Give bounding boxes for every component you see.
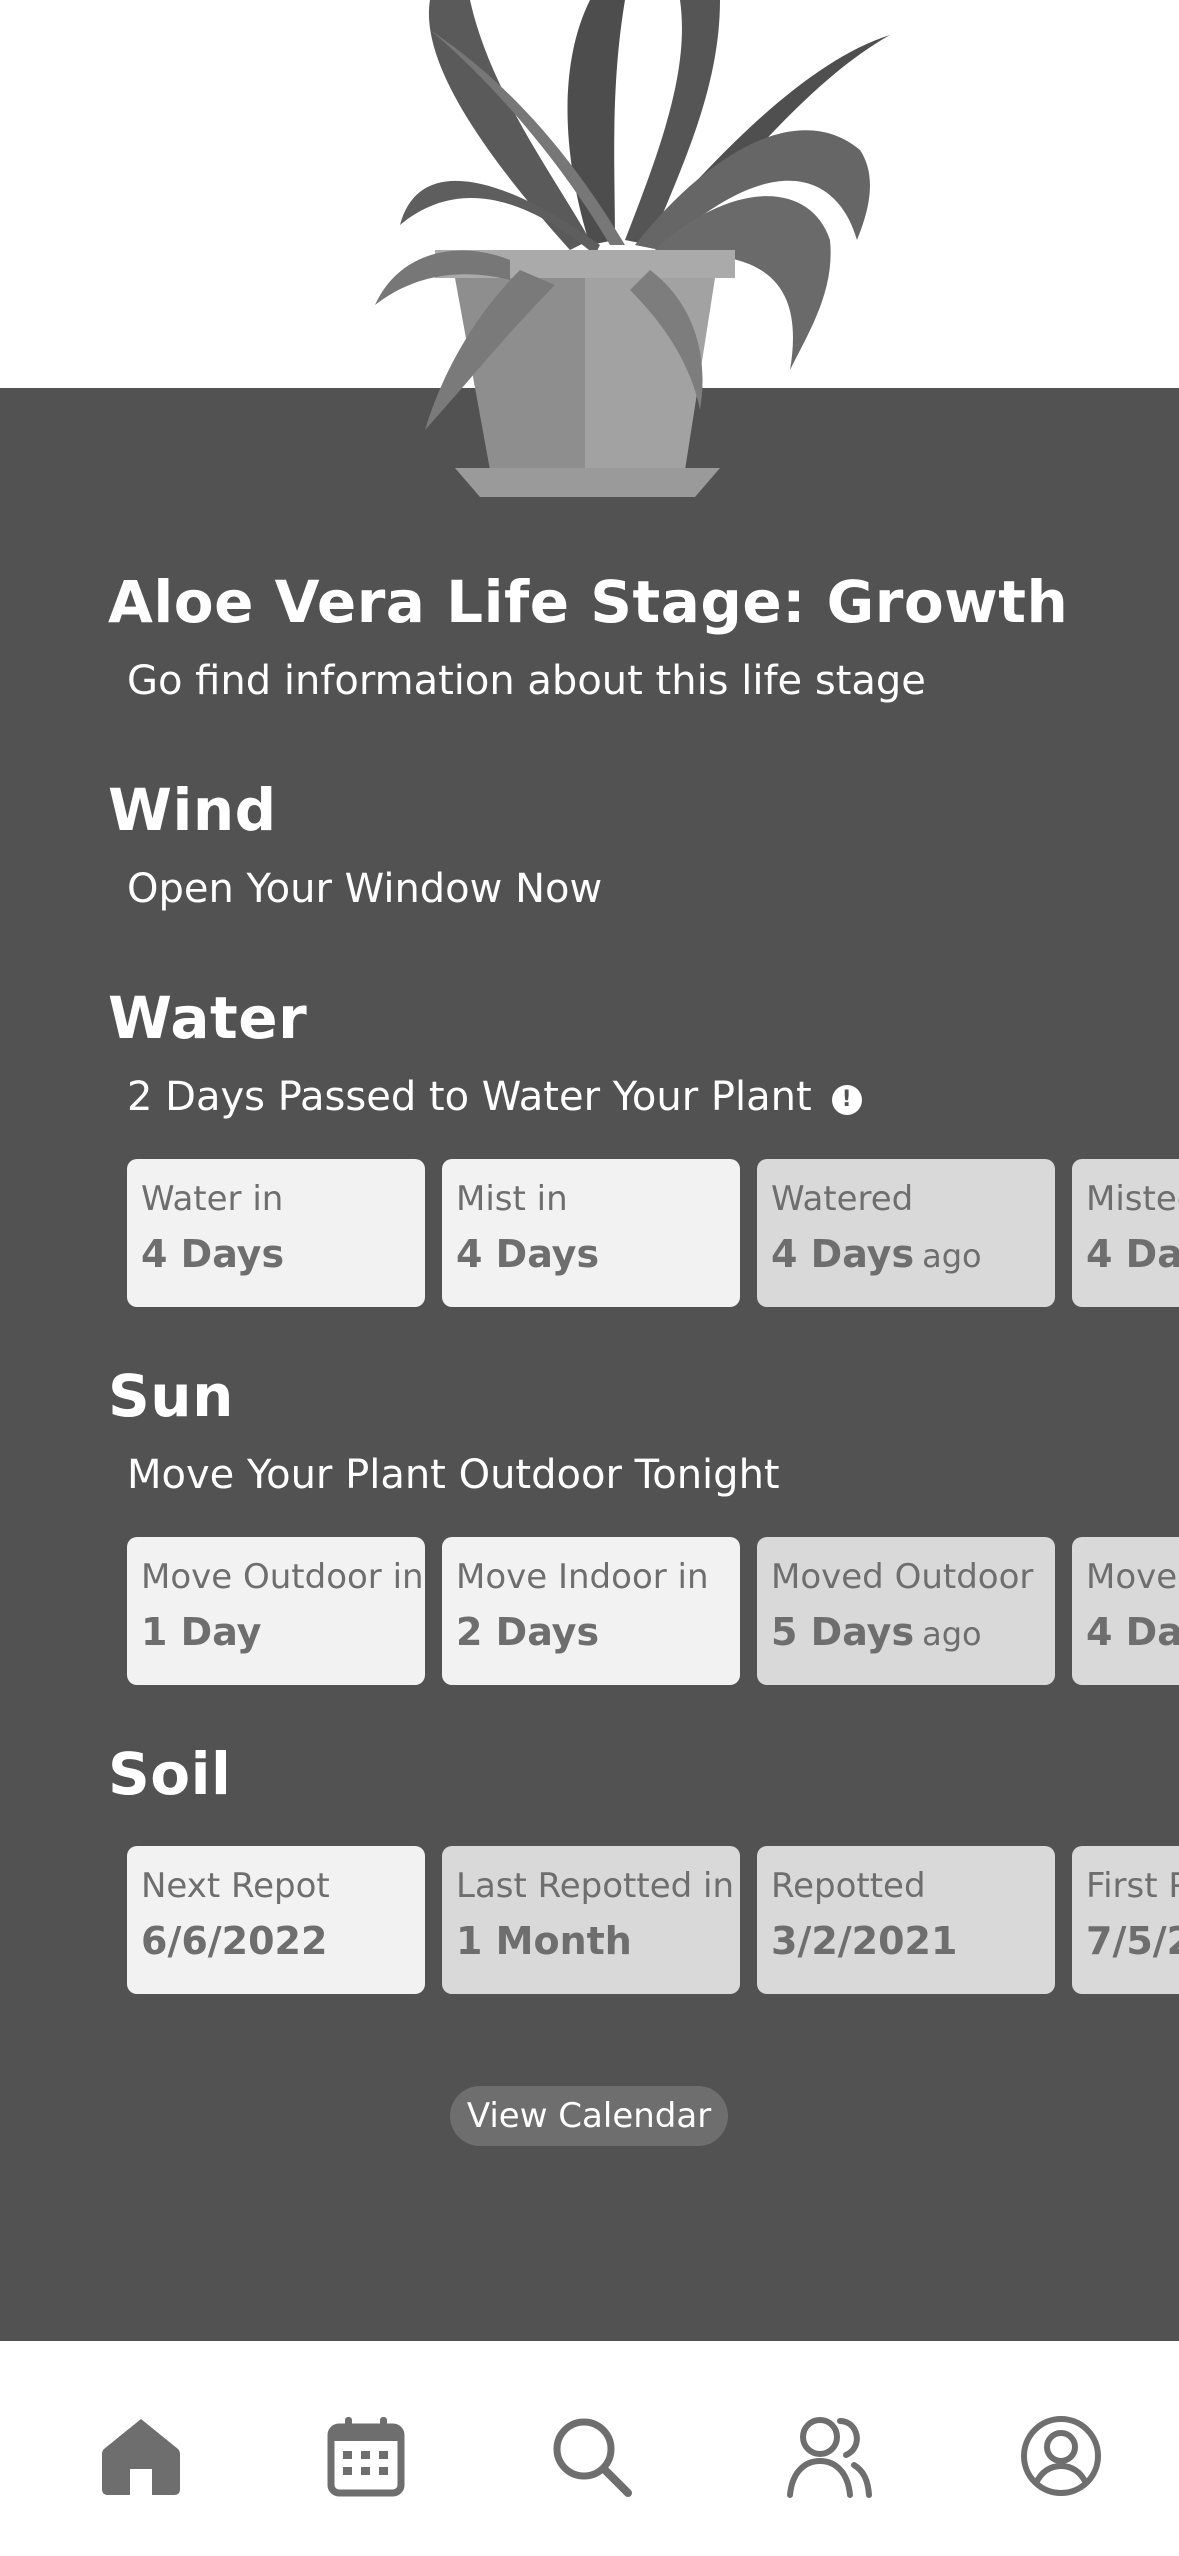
moved-outdoor-card[interactable]: Moved Outdoor 5 Days ago (757, 1537, 1055, 1685)
card-label: Move Outdoor in (141, 1557, 424, 1597)
info-icon[interactable]: ! (831, 1085, 862, 1115)
sun-cards: Move Outdoor in 1 Day Move Indoor in 2 D… (127, 1537, 1179, 1685)
community-icon (787, 2417, 872, 2498)
card-label: Water in (141, 1179, 284, 1219)
move-indoor-card[interactable]: Move Indoor in 2 Days (442, 1537, 740, 1685)
sun-title: Sun (108, 1362, 234, 1430)
first-potted-card[interactable]: First P 7/5/2 (1072, 1846, 1179, 1994)
water-subtitle: 2 Days Passed to Water Your Plant! (127, 1074, 862, 1120)
card-value: 1 Month (456, 1919, 632, 1963)
moved-card[interactable]: Moved 4 Days (1072, 1537, 1179, 1685)
profile-icon (1021, 2416, 1101, 2496)
water-title: Water (108, 984, 308, 1052)
card-value: 4 Days (1086, 1232, 1179, 1276)
card-suffix: ago (922, 1237, 982, 1275)
next-repot-card[interactable]: Next Repot 6/6/2022 (127, 1846, 425, 1994)
last-repotted-card[interactable]: Last Repotted in 1 Month (442, 1846, 740, 1994)
sun-subtitle: Move Your Plant Outdoor Tonight (127, 1452, 780, 1498)
calendar-icon (327, 2417, 405, 2497)
tab-search[interactable] (546, 2411, 636, 2501)
card-label: Misted (1086, 1179, 1179, 1219)
tab-profile[interactable] (1016, 2411, 1106, 2501)
stage-title: Aloe Vera Life Stage: Growth (108, 568, 1069, 636)
card-label: Move Indoor in (456, 1557, 709, 1597)
card-label: Moved Outdoor (771, 1557, 1034, 1597)
view-calendar-button[interactable]: View Calendar (450, 2086, 728, 2146)
aloe-vera-plant-illustration (375, 0, 890, 497)
tab-home[interactable] (96, 2411, 186, 2501)
card-value: 3/2/2021 (771, 1919, 958, 1963)
card-value: 4 Days (1086, 1610, 1179, 1654)
card-value: 1 Day (141, 1610, 262, 1654)
card-label: Next Repot (141, 1866, 330, 1906)
card-label: Mist in (456, 1179, 568, 1219)
card-suffix: ago (922, 1615, 982, 1653)
search-icon (553, 2418, 632, 2497)
card-label: Repotted (771, 1866, 926, 1906)
mist-in-card[interactable]: Mist in 4 Days (442, 1159, 740, 1307)
water-in-card[interactable]: Water in 4 Days (127, 1159, 425, 1307)
soil-cards: Next Repot 6/6/2022 Last Repotted in 1 M… (127, 1846, 1179, 1994)
card-value: 7/5/2 (1086, 1919, 1179, 1963)
wind-subtitle: Open Your Window Now (127, 866, 603, 912)
card-value: 2 Days (456, 1610, 600, 1654)
tab-community[interactable] (784, 2411, 874, 2501)
card-value: 4 Days (456, 1232, 600, 1276)
card-value: 6/6/2022 (141, 1919, 328, 1963)
card-value: 4 Days ago (771, 1232, 982, 1276)
tab-calendar[interactable] (321, 2411, 411, 2501)
wind-title: Wind (108, 776, 277, 844)
stage-info-link[interactable]: Go find information about this life stag… (127, 658, 926, 704)
water-subtitle-text: 2 Days Passed to Water Your Plant (127, 1074, 812, 1120)
card-label: First P (1086, 1866, 1179, 1906)
soil-title: Soil (108, 1740, 232, 1808)
move-outdoor-card[interactable]: Move Outdoor in 1 Day (127, 1537, 425, 1685)
home-icon (102, 2419, 180, 2495)
bottom-tab-bar (0, 2341, 1179, 2556)
water-cards: Water in 4 Days Mist in 4 Days Watered 4… (127, 1159, 1179, 1307)
card-label: Last Repotted in (456, 1866, 734, 1906)
repotted-card[interactable]: Repotted 3/2/2021 (757, 1846, 1055, 1994)
card-label: Watered (771, 1179, 914, 1219)
card-value: 5 Days ago (771, 1610, 982, 1654)
misted-card[interactable]: Misted 4 Days (1072, 1159, 1179, 1307)
card-label: Moved (1086, 1557, 1179, 1597)
watered-card[interactable]: Watered 4 Days ago (757, 1159, 1055, 1307)
card-value: 4 Days (141, 1232, 285, 1276)
plant-details: Aloe Vera Life Stage: Growth Go find inf… (0, 388, 1179, 2341)
